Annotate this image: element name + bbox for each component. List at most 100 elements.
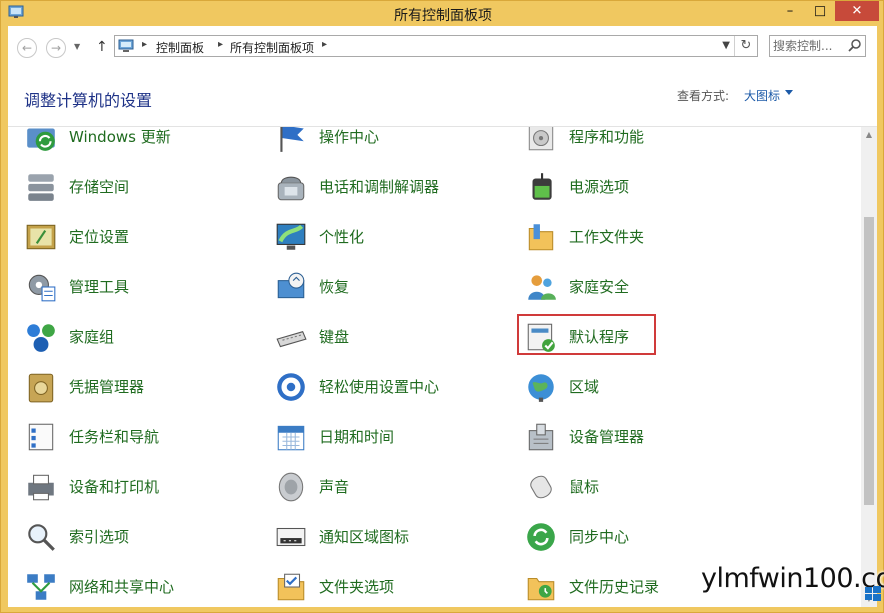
control-panel-item-label: Windows 更新 <box>69 128 171 146</box>
phone-modem-icon <box>277 176 305 201</box>
control-panel-item[interactable]: Windows 更新 <box>8 127 258 160</box>
admin-tools-icon <box>28 274 56 302</box>
network-sharing-icon <box>27 574 55 600</box>
view-by-label: 查看方式: <box>677 89 730 103</box>
control-panel-item[interactable]: 声音 <box>258 460 508 510</box>
search-input[interactable] <box>773 38 843 54</box>
breadcrumb-separator-icon: ▸ <box>322 39 328 50</box>
control-panel-item[interactable]: 存储空间 <box>8 160 258 210</box>
page-header: 调整计算机的设置 查看方式: 大图标 <box>8 66 877 127</box>
power-options-icon <box>532 173 552 200</box>
back-button[interactable]: ← <box>17 38 37 58</box>
control-panel-item-label: 设备管理器 <box>569 428 645 446</box>
scroll-thumb[interactable] <box>864 217 874 505</box>
control-panel-item[interactable]: 凭据管理器 <box>8 360 258 410</box>
family-safety-icon <box>528 275 556 300</box>
control-panel-item[interactable]: 设备和打印机 <box>8 460 258 510</box>
close-button[interactable]: ✕ <box>835 1 879 21</box>
control-panel-item-label: 文件历史记录 <box>569 578 660 596</box>
maximize-button[interactable]: □ <box>805 1 835 21</box>
breadcrumb-all-items[interactable]: 所有控制面板项 <box>230 39 314 56</box>
mouse-icon <box>530 475 552 499</box>
control-panel-item-label: 键盘 <box>319 328 350 346</box>
search-box[interactable] <box>769 35 866 57</box>
window-controls: – □ ✕ <box>775 1 879 21</box>
action-center-flag-icon <box>280 127 304 152</box>
location-settings-icon <box>26 224 56 250</box>
control-panel-item[interactable]: 操作中心 <box>258 127 508 160</box>
control-panel-item[interactable]: 任务栏和导航 <box>8 410 258 460</box>
minimize-icon: – <box>786 3 794 19</box>
control-panel-item[interactable]: 同步中心 <box>508 510 758 560</box>
control-panel-item-label: 文件夹选项 <box>319 578 395 596</box>
notification-area-icon <box>276 527 306 547</box>
vertical-scrollbar[interactable]: ▲ ▼ <box>861 127 877 607</box>
sound-icon <box>278 472 304 502</box>
personalization-icon <box>276 223 306 250</box>
control-panel-item-label: 操作中心 <box>319 128 380 146</box>
title-bar[interactable]: 所有控制面板项 – □ ✕ <box>1 1 884 25</box>
address-bar[interactable]: ▸ 控制面板 ▸ 所有控制面板项 ▸ ▼ ↻ <box>114 35 758 57</box>
control-panel-item[interactable]: 电话和调制解调器 <box>258 160 508 210</box>
refresh-icon[interactable]: ↻ <box>734 36 757 56</box>
control-panel-item[interactable]: 网络和共享中心 <box>8 560 258 607</box>
folder-options-icon <box>277 573 305 601</box>
control-panel-item[interactable]: 文件夹选项 <box>258 560 508 607</box>
control-panel-item[interactable]: 个性化 <box>258 210 508 260</box>
page-title: 调整计算机的设置 <box>24 91 153 110</box>
devices-printers-icon <box>28 474 54 501</box>
control-panel-item-label: 存储空间 <box>69 178 130 196</box>
control-panel-item-label: 工作文件夹 <box>569 228 645 246</box>
homegroup-icon <box>27 324 55 352</box>
control-panel-window: 所有控制面板项 – □ ✕ ← → ▼ ↑ ▸ 控制面板 ▸ 所有控制面板项 ▸… <box>0 0 884 613</box>
control-panel-item[interactable]: 设备管理器 <box>508 410 758 460</box>
control-panel-item[interactable]: 轻松使用设置中心 <box>258 360 508 410</box>
watermark-windows-logo-icon <box>865 586 881 601</box>
storage-spaces-icon <box>28 174 54 201</box>
default-programs-icon <box>527 323 555 352</box>
control-panel-item[interactable]: 家庭组 <box>8 310 258 360</box>
control-panel-item-label: 程序和功能 <box>569 128 645 146</box>
items-grid: Windows 更新 操作中心 程序和功能存储空间 电话和调制解调器 电源选项定位设置 个… <box>8 127 861 607</box>
ease-of-access-icon <box>277 373 305 401</box>
window-title: 所有控制面板项 <box>394 8 492 24</box>
control-panel-item-label: 管理工具 <box>69 278 130 296</box>
control-panel-item[interactable]: 日期和时间 <box>258 410 508 460</box>
credential-manager-icon <box>28 373 54 403</box>
control-panel-item[interactable]: 程序和功能 <box>508 127 758 160</box>
control-panel-item[interactable]: 键盘 <box>258 310 508 360</box>
breadcrumb-separator-icon: ▸ <box>142 39 148 50</box>
recent-locations-dropdown-icon[interactable]: ▼ <box>74 42 80 51</box>
control-panel-item-label: 索引选项 <box>69 528 130 546</box>
address-dropdown-icon[interactable]: ▼ <box>722 40 730 51</box>
control-panel-item[interactable]: 通知区域图标 <box>258 510 508 560</box>
control-panel-item[interactable]: 索引选项 <box>8 510 258 560</box>
view-by-dropdown[interactable]: 大图标 <box>744 87 780 104</box>
recovery-icon <box>277 272 305 299</box>
breadcrumb-separator-icon: ▸ <box>218 39 224 50</box>
control-panel-item-label: 任务栏和导航 <box>69 428 160 446</box>
control-panel-item[interactable]: 电源选项 <box>508 160 758 210</box>
control-panel-item[interactable]: 默认程序 <box>508 310 758 360</box>
windows-update-icon <box>27 128 55 151</box>
control-panel-item[interactable]: 家庭安全 <box>508 260 758 310</box>
control-panel-item[interactable]: 恢复 <box>258 260 508 310</box>
control-panel-item[interactable]: 鼠标 <box>508 460 758 510</box>
control-panel-item[interactable]: 定位设置 <box>8 210 258 260</box>
up-arrow-icon[interactable]: ↑ <box>96 39 108 55</box>
keyboard-icon <box>276 331 307 348</box>
taskbar-navigation-icon <box>28 423 54 451</box>
forward-button[interactable]: → <box>46 38 66 58</box>
view-by-chevron-down-icon[interactable] <box>785 90 793 95</box>
search-icon[interactable] <box>848 38 862 52</box>
control-panel-item-label: 电源选项 <box>569 178 630 196</box>
control-panel-item[interactable]: 管理工具 <box>8 260 258 310</box>
control-panel-item[interactable]: 工作文件夹 <box>508 210 758 260</box>
control-panel-item-label: 通知区域图标 <box>319 528 410 546</box>
work-folders-icon <box>528 224 554 251</box>
control-panel-item[interactable]: 区域 <box>508 360 758 410</box>
control-panel-item-label: 鼠标 <box>569 478 600 496</box>
minimize-button[interactable]: – <box>775 1 805 21</box>
scroll-up-arrow-icon[interactable]: ▲ <box>861 127 877 143</box>
breadcrumb-control-panel[interactable]: 控制面板 <box>156 39 204 56</box>
